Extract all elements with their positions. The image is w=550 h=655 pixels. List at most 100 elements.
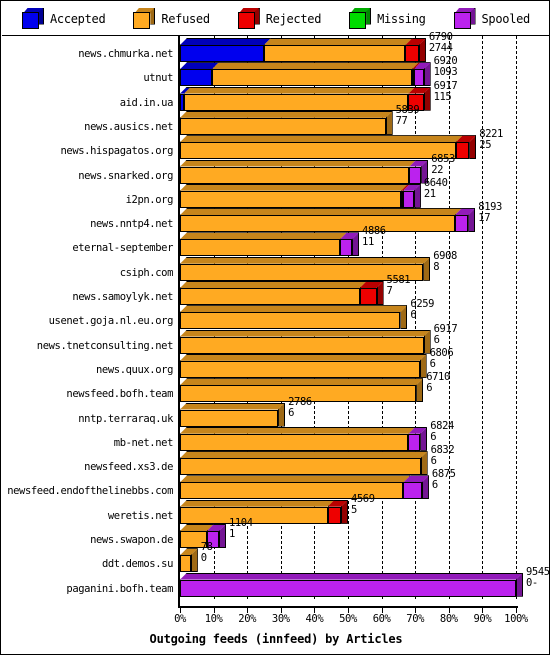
bar-segment-rejected[interactable]	[405, 45, 419, 62]
legend-item-rejected[interactable]: Rejected	[237, 7, 322, 30]
bar-segment-refused[interactable]	[264, 45, 406, 62]
y-axis-label: news.quux.org	[96, 363, 173, 376]
bar-row[interactable]	[180, 281, 516, 305]
bar-value-secondary: 6	[433, 333, 440, 346]
cube-icon	[21, 7, 44, 30]
bar-segment-refused[interactable]	[180, 190, 402, 208]
bar-segment-refused[interactable]	[180, 458, 421, 476]
bar-segment-rejected[interactable]	[455, 142, 470, 160]
bar-segment-top-refused	[184, 87, 415, 94]
bar-value-secondary: 21	[423, 187, 436, 200]
bar-segment-refused[interactable]	[180, 336, 424, 354]
bar-row[interactable]	[180, 451, 516, 476]
bar-value-secondary: 6	[429, 357, 436, 370]
bar-segment-rejected[interactable]	[327, 506, 341, 524]
legend-item-accepted[interactable]: Accepted	[21, 7, 106, 30]
y-axis-label: news.tnetconsulting.net	[36, 339, 174, 352]
bar-row[interactable]	[180, 232, 516, 257]
bar-segment-refused[interactable]	[180, 409, 279, 427]
cube-icon	[133, 7, 156, 30]
bar-value-secondary: 5	[350, 503, 357, 516]
bar-row[interactable]	[180, 110, 516, 135]
bar-value-total: 6917	[433, 322, 458, 335]
bar-segment-refused[interactable]	[180, 506, 328, 524]
bar-segment-spooled[interactable]	[339, 239, 353, 257]
legend-label: Accepted	[49, 11, 106, 26]
bar-segment-rejected[interactable]	[359, 288, 377, 305]
bar-row[interactable]	[180, 183, 516, 208]
bar-segment-spooled[interactable]	[403, 482, 422, 500]
bar-value-secondary: 17	[478, 212, 491, 225]
bar-segment-refused[interactable]	[180, 215, 455, 233]
x-axis-tick-label: 10%	[204, 613, 223, 625]
bar-segment-spooled[interactable]	[180, 579, 516, 597]
legend-item-refused[interactable]: Refused	[133, 7, 210, 30]
bar-segment-accepted[interactable]	[180, 45, 264, 62]
bar-value-secondary: 11	[362, 236, 374, 249]
bar-segment-top-refused	[180, 135, 463, 142]
bar-row[interactable]	[180, 378, 516, 403]
bar-segment-spooled[interactable]	[409, 166, 422, 184]
bar-row[interactable]	[180, 402, 516, 427]
bar-row[interactable]	[180, 38, 516, 62]
bar-row[interactable]	[180, 135, 516, 160]
bar-segment-accepted[interactable]	[180, 69, 212, 87]
legend-item-spooled[interactable]: Spooled	[453, 7, 530, 30]
bar-segment-top-refused	[180, 281, 367, 288]
bar-segment-refused[interactable]	[180, 239, 340, 257]
bar-segment-refused[interactable]	[211, 69, 412, 87]
y-axis-label: news.ausics.net	[84, 120, 173, 133]
bar-row[interactable]	[180, 208, 516, 233]
bar-segment-top-refused	[180, 475, 410, 482]
bar-value-secondary: 8	[433, 260, 440, 273]
legend-label: Rejected	[265, 11, 322, 26]
bar-row[interactable]	[180, 572, 523, 597]
bar-segment-top-refused	[180, 403, 285, 410]
bar-segment-refused[interactable]	[180, 433, 409, 451]
bar-segment-refused[interactable]	[180, 166, 410, 184]
y-axis-label: news.snarked.org	[78, 169, 173, 182]
bar-row[interactable]	[180, 159, 516, 184]
bar-segment-refused[interactable]	[180, 117, 386, 135]
bar-row[interactable]	[180, 86, 516, 111]
x-axis-tick-label: 60%	[372, 613, 391, 625]
bar-segment-refused[interactable]	[184, 93, 409, 111]
bar-row[interactable]	[180, 426, 516, 451]
bar-segment-refused[interactable]	[180, 312, 401, 330]
bar-segment-spooled[interactable]	[454, 215, 469, 233]
bar-value-secondary: 6	[430, 430, 437, 443]
bar-segment-top-refused	[180, 305, 407, 312]
bar-segment-refused[interactable]	[180, 142, 456, 160]
x-axis-tick-label: 0%	[174, 613, 186, 625]
bar-segment-refused[interactable]	[180, 288, 360, 305]
bar-row[interactable]	[180, 62, 516, 87]
bar-value-secondary: 1093	[433, 66, 458, 79]
bar-segment-spooled[interactable]	[413, 69, 424, 87]
y-axis-label: i2pn.org	[125, 193, 174, 206]
bar-row[interactable]	[180, 548, 516, 573]
cube-icon	[453, 7, 476, 30]
bar-segment-spooled[interactable]	[403, 190, 414, 208]
y-axis-label: ddt.demos.su	[101, 558, 173, 571]
bar-row[interactable]	[180, 329, 516, 354]
x-axis-title: Outgoing feeds (innfeed) by Articles	[149, 632, 403, 646]
cube-icon	[237, 7, 260, 30]
x-axis-tick-label: 40%	[305, 613, 324, 625]
x-axis-tick-label: 80%	[439, 613, 458, 625]
bar-segment-top-refused	[180, 232, 347, 239]
bar-segment-top-refused	[180, 257, 430, 264]
chart-container: Accepted Refused Rejected Missing Spooled ne…	[0, 0, 550, 655]
bar-row[interactable]	[180, 353, 516, 378]
bar-segment-refused[interactable]	[180, 555, 191, 573]
bar-segment-top-refused	[180, 330, 431, 337]
bar-row[interactable]	[180, 305, 516, 330]
legend-label: Missing	[377, 11, 426, 26]
y-axis-label: aid.in.ua	[119, 96, 174, 109]
bar-segment-refused[interactable]	[180, 360, 420, 378]
bar-segment-spooled[interactable]	[408, 433, 421, 451]
bar-row[interactable]	[180, 256, 516, 281]
y-axis-label: usenet.goja.nl.eu.org	[48, 315, 174, 328]
bar-segment-top-refused	[264, 38, 412, 45]
legend-item-missing[interactable]: Missing	[349, 7, 426, 30]
bar-row[interactable]	[180, 475, 516, 500]
